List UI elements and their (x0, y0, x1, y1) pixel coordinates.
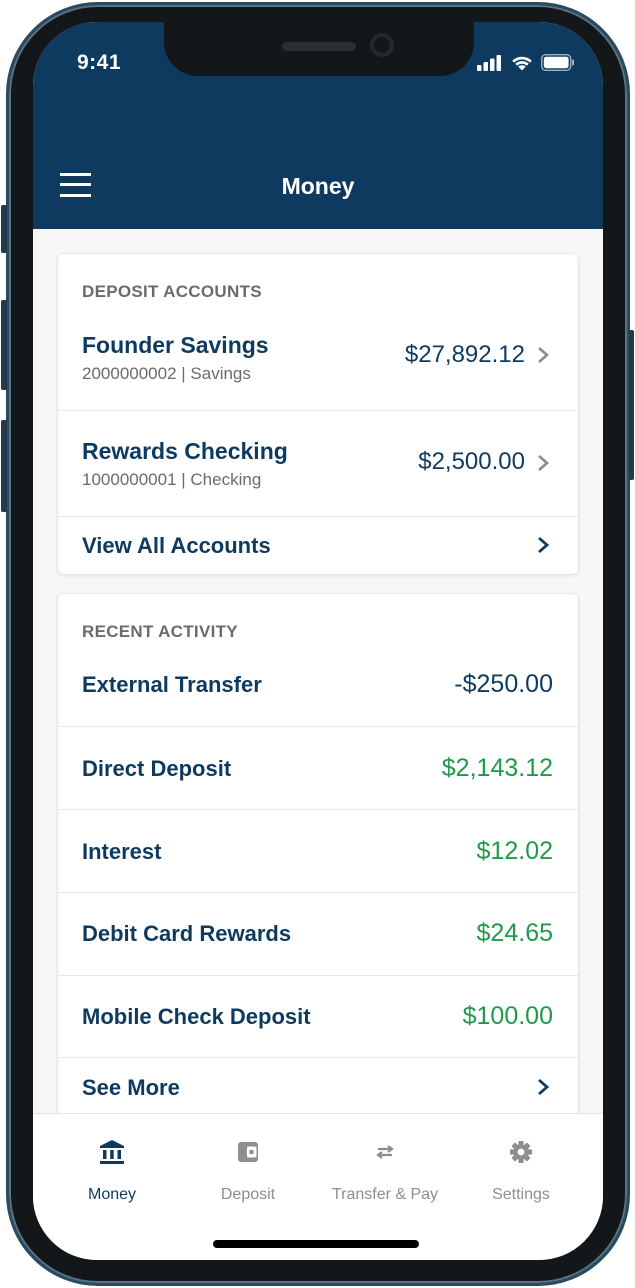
account-details: 2000000002 | Savings (82, 364, 251, 383)
account-balance: $2,500.00 (418, 448, 525, 475)
deposit-accounts-card: DEPOSIT ACCOUNTS Founder Savings 2000000… (58, 254, 578, 574)
tab-transfer-pay[interactable]: Transfer & Pay (314, 1114, 456, 1214)
home-indicator[interactable] (213, 1240, 419, 1248)
account-name: Founder Savings (82, 332, 269, 358)
see-more-link[interactable]: See More (58, 1057, 578, 1117)
recent-activity-heading: RECENT ACTIVITY (82, 622, 238, 641)
account-details: 1000000001 | Checking (82, 470, 262, 489)
front-camera (370, 33, 394, 57)
tab-label: Settings (492, 1186, 550, 1203)
chevron-right-icon (538, 1078, 550, 1096)
view-all-accounts-label: View All Accounts (82, 533, 271, 558)
activity-row[interactable]: Debit Card Rewards $24.65 (58, 892, 578, 975)
speaker-grille (282, 42, 356, 51)
activity-name: Mobile Check Deposit (82, 1004, 311, 1029)
chevron-right-icon (538, 347, 549, 363)
account-name: Rewards Checking (82, 438, 288, 464)
tab-label: Transfer & Pay (331, 1186, 439, 1203)
status-time: 9:41 (77, 51, 122, 74)
activity-amount: $2,143.12 (441, 754, 553, 782)
cellular-signal-icon (477, 54, 501, 71)
bottom-tab-bar: Money Deposit Transfer & Pay Settings (33, 1113, 603, 1260)
volume-down-button (1, 420, 7, 512)
activity-row[interactable]: Direct Deposit $2,143.12 (58, 726, 578, 809)
recent-activity-card: RECENT ACTIVITY External Transfer -$250.… (58, 594, 578, 1134)
bank-icon (100, 1140, 124, 1164)
chevron-right-icon (538, 455, 549, 471)
power-button (629, 330, 634, 480)
activity-amount: $12.02 (476, 837, 553, 865)
activity-amount: -$250.00 (454, 670, 553, 698)
view-all-accounts-link[interactable]: View All Accounts (58, 516, 578, 574)
activity-row[interactable]: Interest $12.02 (58, 809, 578, 892)
wallet-icon (238, 1142, 258, 1162)
gear-icon (510, 1141, 532, 1163)
tab-settings[interactable]: Settings (450, 1114, 592, 1214)
tab-label: Money (87, 1186, 137, 1203)
device-notch (164, 22, 474, 76)
page-title: Money (281, 173, 355, 199)
activity-row[interactable]: Mobile Check Deposit $100.00 (58, 975, 578, 1057)
activity-row[interactable]: External Transfer -$250.00 (58, 654, 578, 726)
app-screen: 9:41 Money DEPOSIT ACCOUNTS Founder Savi… (33, 22, 603, 1260)
wifi-icon (512, 56, 532, 71)
battery-icon (541, 54, 574, 71)
activity-name: Debit Card Rewards (82, 921, 292, 946)
tab-deposit[interactable]: Deposit (177, 1114, 319, 1214)
see-more-label: See More (82, 1075, 180, 1100)
transfer-arrows-icon (376, 1145, 394, 1159)
activity-name: External Transfer (82, 672, 262, 697)
tab-money[interactable]: Money (41, 1114, 183, 1214)
account-balance: $27,892.12 (404, 341, 525, 368)
account-row-rewards-checking[interactable]: Rewards Checking 1000000001 | Checking $… (58, 410, 578, 516)
activity-name: Direct Deposit (82, 756, 232, 781)
deposit-accounts-heading: DEPOSIT ACCOUNTS (82, 282, 262, 301)
activity-name: Interest (82, 839, 162, 864)
activity-amount: $24.65 (476, 919, 553, 947)
tab-label: Deposit (220, 1186, 276, 1203)
chevron-right-icon (538, 536, 550, 554)
volume-up-button (1, 300, 7, 390)
mute-switch (1, 205, 7, 253)
status-icons (477, 54, 575, 71)
activity-amount: $100.00 (462, 1002, 553, 1030)
account-row-founder-savings[interactable]: Founder Savings 2000000002 | Savings $27… (58, 324, 578, 409)
